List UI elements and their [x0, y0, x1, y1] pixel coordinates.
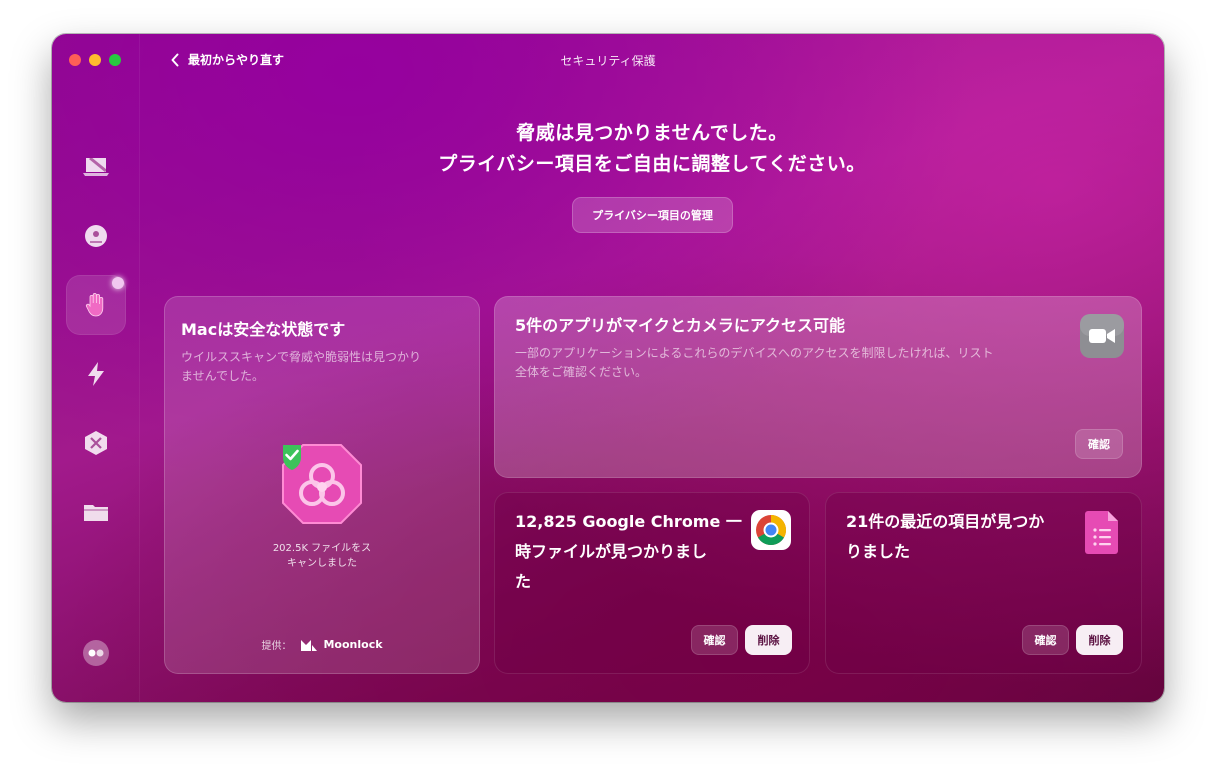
scan-summary-line2: キャンしました	[287, 558, 357, 569]
result-heading-line2: プライバシー項目をご自由に調整してください。	[438, 153, 866, 175]
recent-items-title-line2: りました	[846, 542, 911, 561]
provider-name: Moonlock	[323, 638, 383, 651]
laptop-icon	[83, 156, 109, 176]
mac-safe-description-line2: ませんでした。	[181, 369, 265, 383]
camera-access-title: 5件のアプリがマイクとカメラにアクセス可能	[515, 316, 846, 335]
chrome-icon	[751, 510, 791, 550]
recent-review-button[interactable]: 確認	[1022, 625, 1069, 655]
sidebar-item-my-clutter[interactable]	[66, 482, 126, 542]
sidebar-item-performance[interactable]	[66, 344, 126, 404]
facetime-icon	[1080, 314, 1124, 358]
sidebar-item-cleanup[interactable]	[66, 206, 126, 266]
chrome-temp-files-title-line3: た	[515, 572, 532, 591]
moonlock-logo-icon	[301, 639, 318, 651]
sidebar	[52, 34, 140, 702]
result-heading: 脅威は見つかりませんでした。 プライバシー項目をご自由に調整してください。	[140, 118, 1164, 180]
biohazard-shield-icon	[282, 444, 362, 524]
disc-icon	[85, 225, 107, 247]
notification-dot	[112, 277, 124, 289]
sidebar-item-assistant[interactable]	[66, 623, 126, 683]
mac-safe-description-line1: ウイルススキャンで脅威や脆弱性は見つかり	[181, 350, 422, 364]
recent-items-title-line1: 21件の最近の項目が見つか	[846, 512, 1045, 531]
provider-credit: 提供： Moonlock	[165, 637, 479, 652]
camera-access-description-line1: 一部のアプリケーションによるこれらのデバイスへのアクセスを制限したければ、リスト	[515, 346, 994, 360]
mac-safe-title: Macは安全な状態です	[181, 320, 346, 339]
mac-safe-description: ウイルススキャンで脅威や脆弱性は見つかり ませんでした。	[181, 348, 421, 386]
apps-icon	[85, 431, 107, 455]
chrome-temp-files-card: 12,825 Google Chrome 一 時ファイルが見つかりまし た 確認…	[494, 492, 810, 674]
scan-summary-line1: 202.5K ファイルをス	[272, 543, 372, 554]
chrome-remove-button[interactable]: 削除	[745, 625, 792, 655]
provided-by-label: 提供：	[261, 641, 292, 652]
recent-items-card: 21件の最近の項目が見つか りました 確認 削除	[825, 492, 1142, 674]
assistant-icon	[83, 640, 109, 666]
sidebar-item-applications[interactable]	[66, 413, 126, 473]
app-window: 最初からやり直す セキュリティ保護 脅威は見つかりませんでした。 プライバシー項…	[52, 34, 1164, 702]
camera-access-card: 5件のアプリがマイクとカメラにアクセス可能 一部のアプリケーションによるこれらの…	[494, 296, 1142, 478]
window-title: セキュリティ保護	[560, 54, 656, 68]
sidebar-item-protection[interactable]	[66, 275, 126, 335]
folder-icon	[84, 505, 108, 521]
hand-icon	[85, 293, 104, 317]
recent-items-title: 21件の最近の項目が見つか りました	[846, 507, 1044, 567]
scan-summary: 202.5K ファイルをス キャンしました	[165, 541, 479, 571]
chrome-temp-files-title: 12,825 Google Chrome 一 時ファイルが見つかりまし た	[515, 507, 742, 597]
result-heading-line1: 脅威は見つかりませんでした。	[516, 122, 788, 144]
chrome-review-button[interactable]: 確認	[691, 625, 738, 655]
sidebar-item-smart-care[interactable]	[66, 137, 126, 197]
mac-safe-card: Macは安全な状態です ウイルススキャンで脅威や脆弱性は見つかり ませんでした。…	[164, 296, 480, 674]
recent-remove-button[interactable]: 削除	[1076, 625, 1123, 655]
document-list-icon	[1085, 511, 1118, 554]
chrome-temp-files-title-line1: 12,825 Google Chrome 一	[515, 512, 742, 531]
manage-privacy-button[interactable]: プライバシー項目の管理	[572, 197, 733, 233]
bolt-icon	[88, 362, 104, 386]
camera-access-description-line2: 全体をご確認ください。	[515, 365, 648, 379]
camera-access-description: 一部のアプリケーションによるこれらのデバイスへのアクセスを制限したければ、リスト…	[515, 344, 993, 382]
chrome-temp-files-title-line2: 時ファイルが見つかりまし	[515, 542, 708, 561]
camera-review-button[interactable]: 確認	[1075, 429, 1123, 459]
